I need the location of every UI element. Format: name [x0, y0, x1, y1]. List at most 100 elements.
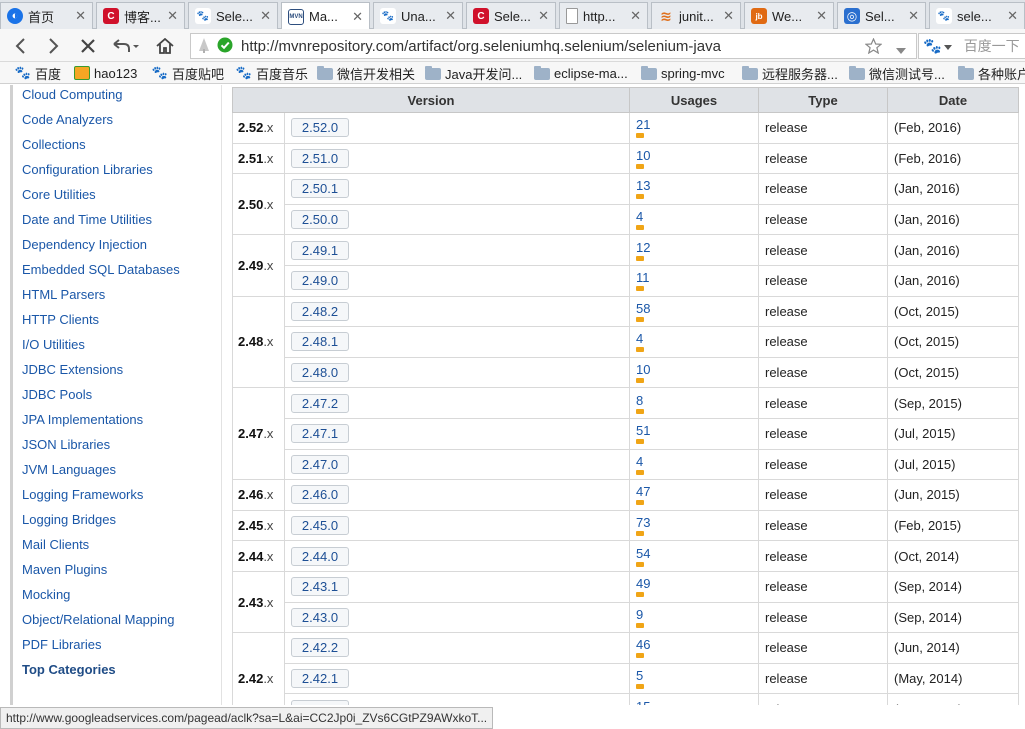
version-link-button[interactable]: 2.42.0 [291, 699, 349, 705]
close-tab-icon[interactable]: ✕ [723, 8, 734, 24]
browser-tab[interactable]: C 博客... ✕ [96, 2, 185, 29]
category-link[interactable]: Mail Clients [22, 537, 89, 552]
browser-tab[interactable]: ◎ Sel... ✕ [837, 2, 926, 29]
browser-tab[interactable]: 🐾 Una... ✕ [373, 2, 463, 29]
bookmark-item[interactable]: 各种账户 [958, 64, 1025, 82]
top-categories-link[interactable]: Top Categories [22, 662, 116, 677]
category-link[interactable]: Code Analyzers [22, 112, 113, 127]
close-tab-icon[interactable]: ✕ [260, 8, 271, 24]
version-link-button[interactable]: 2.47.0 [291, 454, 349, 474]
usages-link[interactable]: 73 [636, 516, 650, 537]
search-box[interactable]: 🐾 百度一下 [918, 33, 1025, 59]
close-tab-icon[interactable]: ✕ [445, 8, 456, 24]
usages-link[interactable]: 10 [636, 363, 650, 384]
usages-link[interactable]: 15 [636, 700, 650, 705]
close-tab-icon[interactable]: ✕ [75, 8, 86, 24]
bookmark-item[interactable]: 🐾 百度音乐 [236, 64, 308, 82]
version-link-button[interactable]: 2.52.0 [291, 118, 349, 138]
category-link[interactable]: JVM Languages [22, 462, 116, 477]
favorite-star-icon[interactable] [864, 37, 883, 57]
version-link-button[interactable]: 2.51.0 [291, 148, 349, 168]
close-tab-icon[interactable]: ✕ [1007, 8, 1018, 24]
search-engine-dropdown-icon[interactable] [943, 39, 952, 54]
usages-link[interactable]: 12 [636, 241, 650, 261]
close-tab-icon[interactable]: ✕ [816, 8, 827, 24]
back-button[interactable] [8, 33, 34, 59]
usages-link[interactable]: 4 [636, 455, 644, 475]
version-link-button[interactable]: 2.48.1 [291, 332, 349, 352]
version-link-button[interactable]: 2.49.0 [291, 271, 349, 291]
bookmark-item[interactable]: 🐾 百度 [15, 64, 61, 82]
bookmark-item[interactable]: eclipse-ma... [534, 64, 628, 82]
usages-link[interactable]: 54 [636, 547, 650, 567]
version-link-button[interactable]: 2.46.0 [291, 485, 349, 505]
usages-link[interactable]: 8 [636, 394, 644, 414]
usages-link[interactable]: 4 [636, 332, 644, 353]
bookmark-item[interactable]: Java开发问... [425, 64, 522, 82]
version-link-button[interactable]: 2.43.1 [291, 577, 349, 597]
undo-close-tab-button[interactable] [108, 33, 142, 59]
bookmark-item[interactable]: 微信测试号... [849, 64, 945, 82]
version-link-button[interactable]: 2.42.2 [291, 638, 349, 658]
version-link-button[interactable]: 2.42.1 [291, 668, 349, 688]
usages-link[interactable]: 47 [636, 485, 650, 506]
version-link-button[interactable]: 2.43.0 [291, 607, 349, 627]
category-link[interactable]: JDBC Pools [22, 387, 92, 402]
version-link-button[interactable]: 2.49.1 [291, 240, 349, 260]
version-link-button[interactable]: 2.50.0 [291, 210, 349, 230]
forward-button[interactable] [40, 33, 66, 59]
version-link-button[interactable]: 2.50.1 [291, 179, 349, 199]
category-link[interactable]: Dependency Injection [22, 237, 147, 252]
bookmark-item[interactable]: 微信开发相关 [317, 64, 415, 82]
usages-link[interactable]: 5 [636, 669, 644, 689]
home-button[interactable] [152, 33, 178, 59]
browser-tab[interactable]: ◐ 首页 ✕ [0, 2, 93, 29]
category-link[interactable]: Cloud Computing [22, 87, 122, 102]
version-link-button[interactable]: 2.48.2 [291, 301, 349, 321]
category-link[interactable]: Core Utilities [22, 187, 96, 202]
bookmark-item[interactable]: 远程服务器... [742, 64, 838, 82]
close-tab-icon[interactable]: ✕ [908, 8, 919, 24]
category-link[interactable]: Collections [22, 137, 86, 152]
bookmark-item[interactable]: spring-mvc [641, 64, 725, 82]
version-link-button[interactable]: 2.47.2 [291, 393, 349, 413]
browser-tab[interactable]: jb We... ✕ [744, 2, 834, 29]
browser-tab[interactable]: 🐾 Sele... ✕ [188, 2, 278, 29]
version-link-button[interactable]: 2.47.1 [291, 424, 349, 444]
usages-link[interactable]: 46 [636, 638, 650, 659]
category-link[interactable]: Date and Time Utilities [22, 212, 152, 227]
usages-link[interactable]: 9 [636, 608, 644, 628]
version-link-button[interactable]: 2.48.0 [291, 363, 349, 383]
close-tab-icon[interactable]: ✕ [167, 8, 178, 24]
category-link[interactable]: Logging Bridges [22, 512, 116, 527]
close-tab-icon[interactable]: ✕ [538, 8, 549, 24]
category-link[interactable]: Object/Relational Mapping [22, 612, 174, 627]
category-link[interactable]: Logging Frameworks [22, 487, 143, 502]
category-link[interactable]: PDF Libraries [22, 637, 101, 652]
stop-button[interactable] [75, 33, 101, 59]
category-link[interactable]: I/O Utilities [22, 337, 85, 352]
usages-link[interactable]: 13 [636, 179, 650, 200]
category-link[interactable]: Embedded SQL Databases [22, 262, 180, 277]
usages-link[interactable]: 49 [636, 577, 650, 598]
usages-link[interactable]: 51 [636, 424, 650, 445]
usages-link[interactable]: 58 [636, 302, 650, 322]
bookmark-item[interactable]: 🐾 百度贴吧 [152, 64, 224, 82]
usages-link[interactable]: 10 [636, 149, 650, 169]
category-link[interactable]: HTML Parsers [22, 287, 105, 302]
version-link-button[interactable]: 2.44.0 [291, 546, 349, 566]
browser-tab[interactable]: 🐾 sele... ✕ [929, 2, 1025, 29]
category-link[interactable]: JDBC Extensions [22, 362, 123, 377]
browser-tab[interactable]: C Sele... ✕ [466, 2, 556, 29]
category-link[interactable]: JSON Libraries [22, 437, 110, 452]
browser-tab[interactable]: http... ✕ [559, 2, 648, 29]
category-link[interactable]: Mocking [22, 587, 70, 602]
version-link-button[interactable]: 2.45.0 [291, 516, 349, 536]
browser-tab[interactable]: ≋ junit... ✕ [651, 2, 741, 29]
bookmark-item[interactable]: hao123 [74, 64, 137, 82]
close-tab-icon[interactable]: ✕ [352, 9, 363, 25]
category-link[interactable]: HTTP Clients [22, 312, 99, 327]
category-link[interactable]: Configuration Libraries [22, 162, 153, 177]
usages-link[interactable]: 4 [636, 210, 644, 231]
category-link[interactable]: JPA Implementations [22, 412, 143, 427]
